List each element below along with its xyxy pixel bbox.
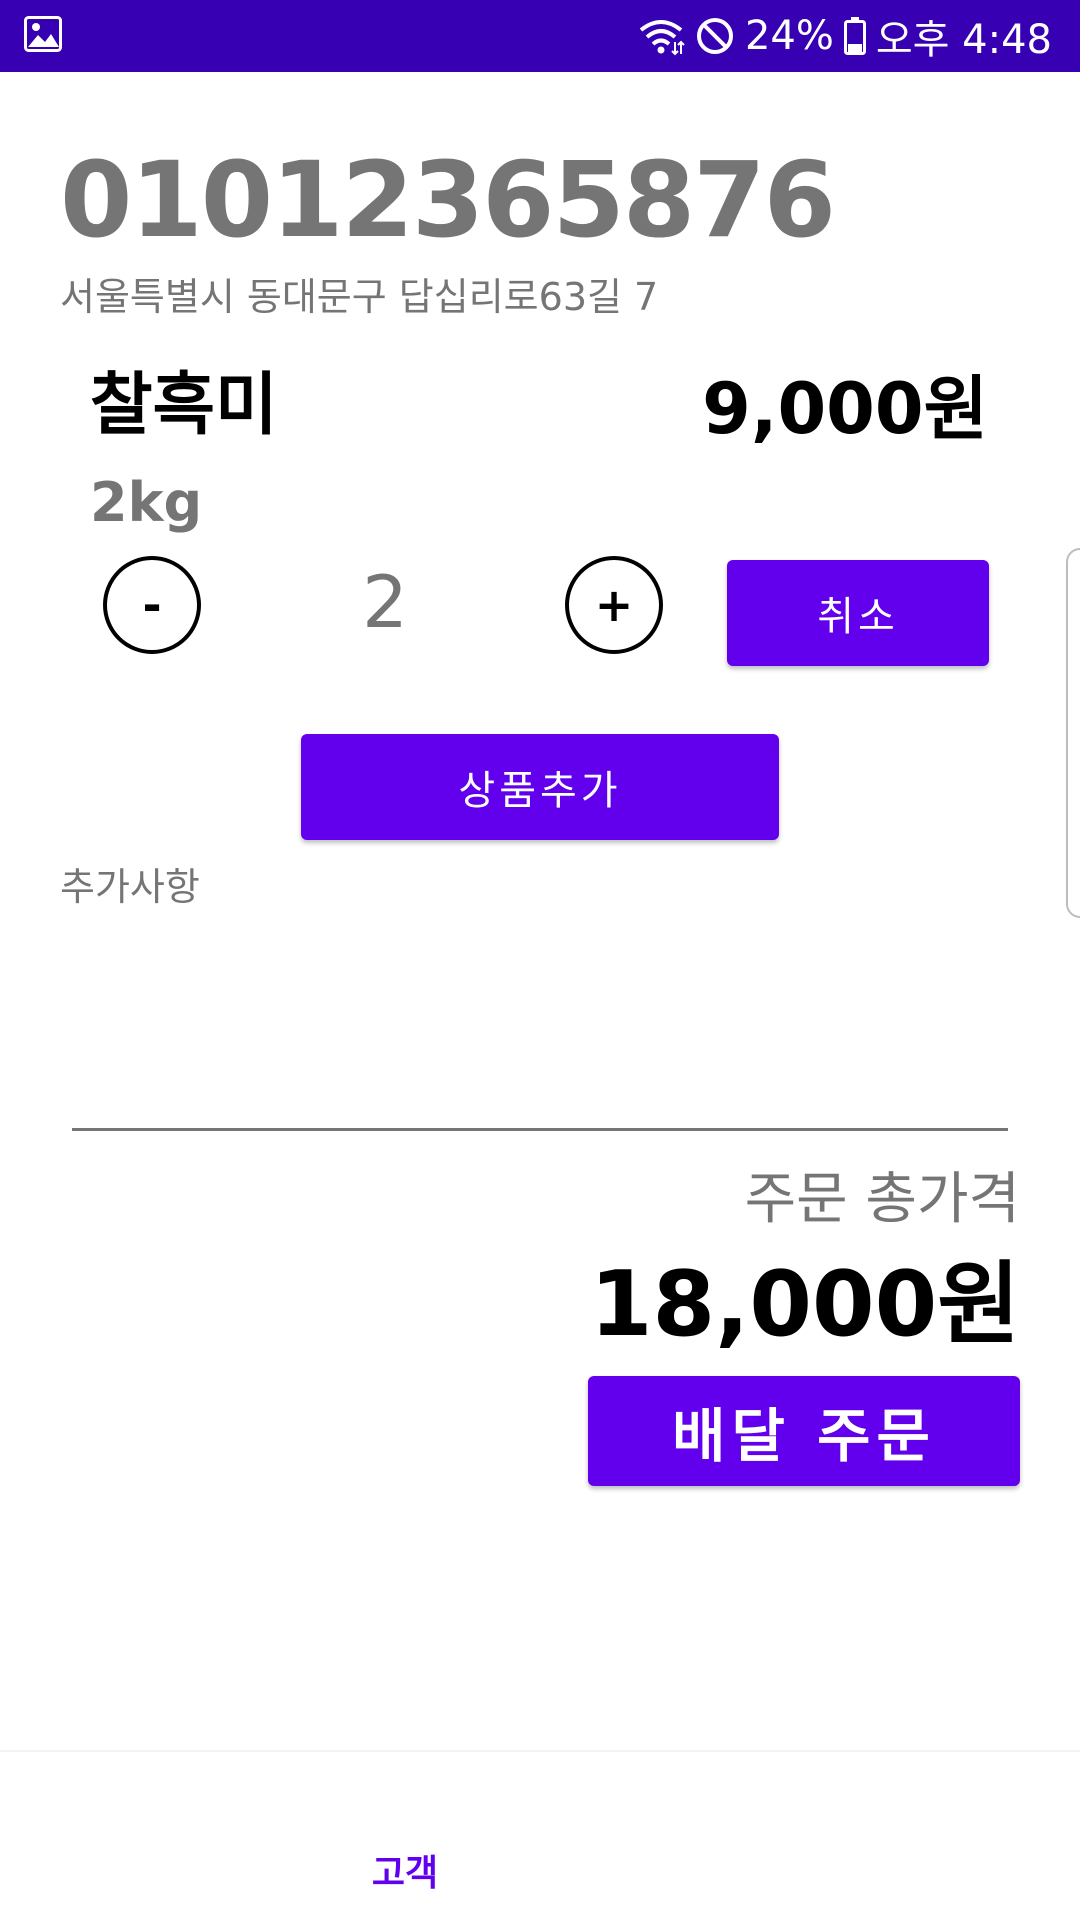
nav-item-customer[interactable]: 고객 <box>300 1856 510 1892</box>
do-not-disturb-icon <box>696 18 733 54</box>
divider <box>72 1128 1008 1131</box>
product-weight: 2kg <box>90 471 203 534</box>
quantity-value: 2 <box>362 560 408 644</box>
order-total-label: 주문 총가격 <box>744 1167 1020 1232</box>
side-sheet-edge[interactable] <box>1066 548 1080 918</box>
battery-icon <box>843 17 866 55</box>
cancel-button[interactable]: 취소 <box>727 560 989 666</box>
customer-address: 서울특별시 동대문구 답십리로63길 7 <box>60 275 659 319</box>
gallery-icon <box>24 16 62 52</box>
status-indicators: 24% 오후 4:48 <box>637 0 1052 72</box>
bottom-navigation: 고객 <box>0 1750 1080 1922</box>
order-total-value: 18,000원 <box>589 1252 1020 1357</box>
battery-percent: 24% <box>744 13 834 59</box>
delivery-order-button[interactable]: 배달 주문 <box>588 1376 1020 1486</box>
add-product-button[interactable]: 상품추가 <box>301 734 779 840</box>
customer-phone: 01012365876 <box>60 139 836 261</box>
product-price: 9,000원 <box>702 368 988 450</box>
decrease-quantity-button[interactable]: - <box>103 556 201 654</box>
status-bar: 24% 오후 4:48 <box>0 0 1080 72</box>
product-name: 찰흑미 <box>90 366 278 445</box>
status-time: 오후 4:48 <box>875 17 1052 63</box>
extra-notes-label: 추가사항 <box>60 865 200 909</box>
wifi-icon <box>639 20 685 56</box>
increase-quantity-button[interactable]: + <box>565 556 663 654</box>
